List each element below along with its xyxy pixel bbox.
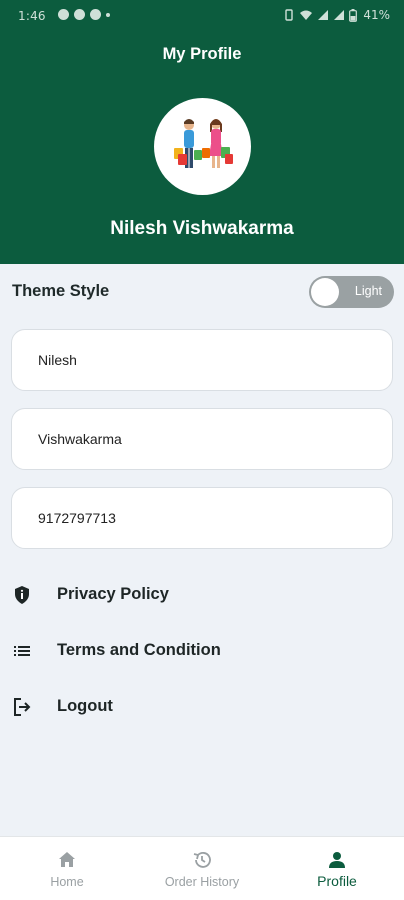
toggle-knob bbox=[311, 278, 339, 306]
phone-input[interactable] bbox=[12, 488, 392, 548]
battery-icon bbox=[349, 8, 358, 22]
wifi-icon bbox=[300, 10, 313, 20]
page-title: My Profile bbox=[162, 45, 242, 63]
nav-profile-label: Profile bbox=[317, 873, 357, 889]
menu-item-terms[interactable]: Terms and Condition bbox=[0, 629, 404, 673]
first-name-input[interactable] bbox=[12, 330, 392, 390]
notification-icons bbox=[58, 9, 110, 20]
last-name-input[interactable] bbox=[12, 409, 392, 469]
battery-level: 41% bbox=[363, 8, 390, 22]
menu-item-logout[interactable]: Logout bbox=[0, 685, 404, 729]
signal-icon-2 bbox=[334, 10, 345, 20]
list-icon bbox=[14, 646, 30, 656]
phone-field[interactable] bbox=[11, 487, 393, 549]
terms-label: Terms and Condition bbox=[57, 641, 221, 659]
menu-item-privacy-policy[interactable]: Privacy Policy bbox=[0, 573, 404, 617]
toggle-label: Light bbox=[354, 284, 382, 298]
status-bar: 1:46 41% bbox=[0, 0, 404, 32]
last-name-field[interactable] bbox=[11, 408, 393, 470]
shopping-couple-illustration bbox=[174, 119, 233, 168]
system-icons: 41% bbox=[283, 8, 390, 22]
nav-home-label: Home bbox=[50, 875, 84, 889]
bottom-navigation: Home Order History Profile bbox=[0, 836, 404, 900]
avatar[interactable] bbox=[154, 98, 251, 195]
signal-icon bbox=[318, 10, 329, 20]
nav-order-history[interactable]: Order History bbox=[134, 837, 270, 900]
person-icon bbox=[329, 852, 345, 868]
first-name-field[interactable] bbox=[11, 329, 393, 391]
privacy-policy-label: Privacy Policy bbox=[57, 585, 169, 603]
theme-toggle[interactable]: Light bbox=[309, 276, 394, 308]
theme-style-label: Theme Style bbox=[12, 282, 110, 300]
nav-order-history-label: Order History bbox=[164, 875, 240, 889]
logout-label: Logout bbox=[57, 697, 113, 715]
nav-profile[interactable]: Profile bbox=[270, 837, 404, 900]
shield-icon bbox=[15, 586, 29, 604]
app-notification-icon bbox=[90, 9, 101, 20]
history-icon bbox=[193, 852, 211, 868]
vibrate-icon bbox=[285, 9, 294, 21]
message-icon bbox=[58, 9, 69, 20]
profile-header: My Profile Nilesh Vishwakarma bbox=[0, 32, 404, 264]
more-notifications-icon bbox=[106, 12, 110, 17]
nav-home[interactable]: Home bbox=[0, 837, 134, 900]
status-time: 1:46 bbox=[18, 9, 46, 23]
home-icon bbox=[59, 852, 75, 867]
telegram-icon bbox=[74, 9, 85, 20]
user-name: Nilesh Vishwakarma bbox=[110, 218, 294, 239]
logout-icon bbox=[14, 698, 31, 716]
